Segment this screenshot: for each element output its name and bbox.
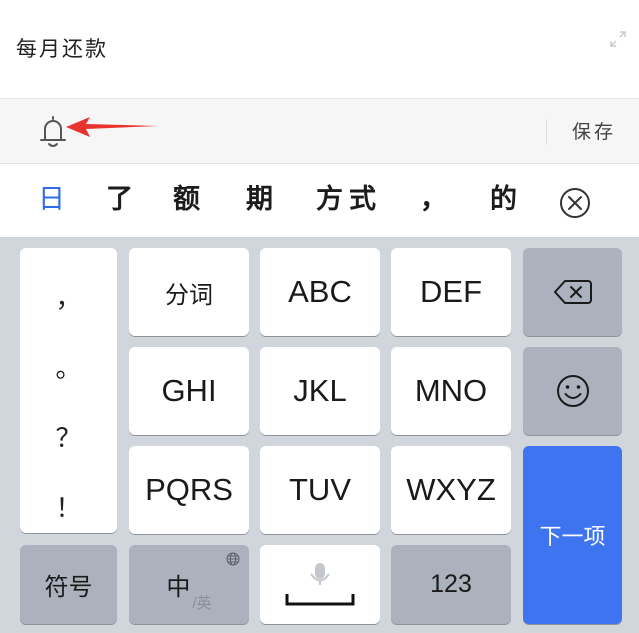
candidate-item[interactable]: 期: [246, 182, 273, 218]
toolbar-divider: [546, 119, 547, 145]
jkl-key[interactable]: JKL: [260, 347, 380, 435]
abc-key[interactable]: ABC: [260, 248, 380, 336]
punct-period[interactable]: 。: [20, 348, 117, 385]
editor-toolbar: 保存: [0, 98, 639, 164]
ime-keyboard: ， 。 ？ ！ 分词 ABC DEF GHI JKL MNO PQRS TUV …: [0, 237, 639, 633]
save-button[interactable]: 保存: [560, 119, 628, 145]
candidate-item[interactable]: 日: [38, 182, 65, 218]
globe-icon: [226, 552, 240, 566]
language-switch-key[interactable]: 中 /英: [129, 545, 249, 624]
candidate-item[interactable]: 的: [490, 182, 517, 218]
backspace-key[interactable]: [523, 248, 622, 336]
space-key[interactable]: [260, 545, 380, 624]
tuv-key[interactable]: TUV: [260, 446, 380, 534]
candidate-item[interactable]: ，: [420, 182, 447, 218]
candidate-item[interactable]: 了: [106, 182, 133, 218]
emoji-icon: [556, 375, 589, 407]
note-editor[interactable]: 每月还款: [0, 0, 639, 98]
lang-alt-label: /英: [192, 595, 212, 612]
punct-exclaim[interactable]: ！: [20, 488, 117, 525]
punct-question[interactable]: ？: [20, 418, 117, 455]
note-title[interactable]: 每月还款: [16, 33, 108, 63]
mno-key[interactable]: MNO: [391, 347, 511, 435]
symbols-key[interactable]: 符号: [20, 545, 117, 624]
expand-icon[interactable]: [609, 30, 627, 48]
punct-comma[interactable]: ，: [20, 278, 117, 315]
def-key[interactable]: DEF: [391, 248, 511, 336]
candidate-bar: 日 了 额 期 方式 ， 的: [0, 164, 639, 237]
candidate-item[interactable]: 方式: [316, 182, 382, 218]
punctuation-column: ， 。 ？ ！: [20, 248, 117, 533]
next-item-button[interactable]: 下一项: [523, 446, 622, 624]
microphone-icon: [285, 562, 355, 605]
wxyz-key[interactable]: WXYZ: [391, 446, 511, 534]
key-label: 符号: [44, 573, 93, 601]
close-candidates-icon[interactable]: [558, 186, 592, 220]
emoji-key[interactable]: [523, 347, 622, 435]
annotation-arrow: [66, 117, 158, 137]
ghi-key[interactable]: GHI: [129, 347, 249, 435]
bell-icon[interactable]: [36, 113, 70, 149]
pqrs-key[interactable]: PQRS: [129, 446, 249, 534]
lang-main-label: 中: [166, 573, 191, 601]
numeric-key[interactable]: 123: [391, 545, 511, 624]
backspace-icon: [553, 280, 592, 304]
candidate-item[interactable]: 额: [173, 182, 200, 218]
fenci-key[interactable]: 分词: [129, 248, 249, 336]
key-label: 分词: [165, 280, 213, 309]
